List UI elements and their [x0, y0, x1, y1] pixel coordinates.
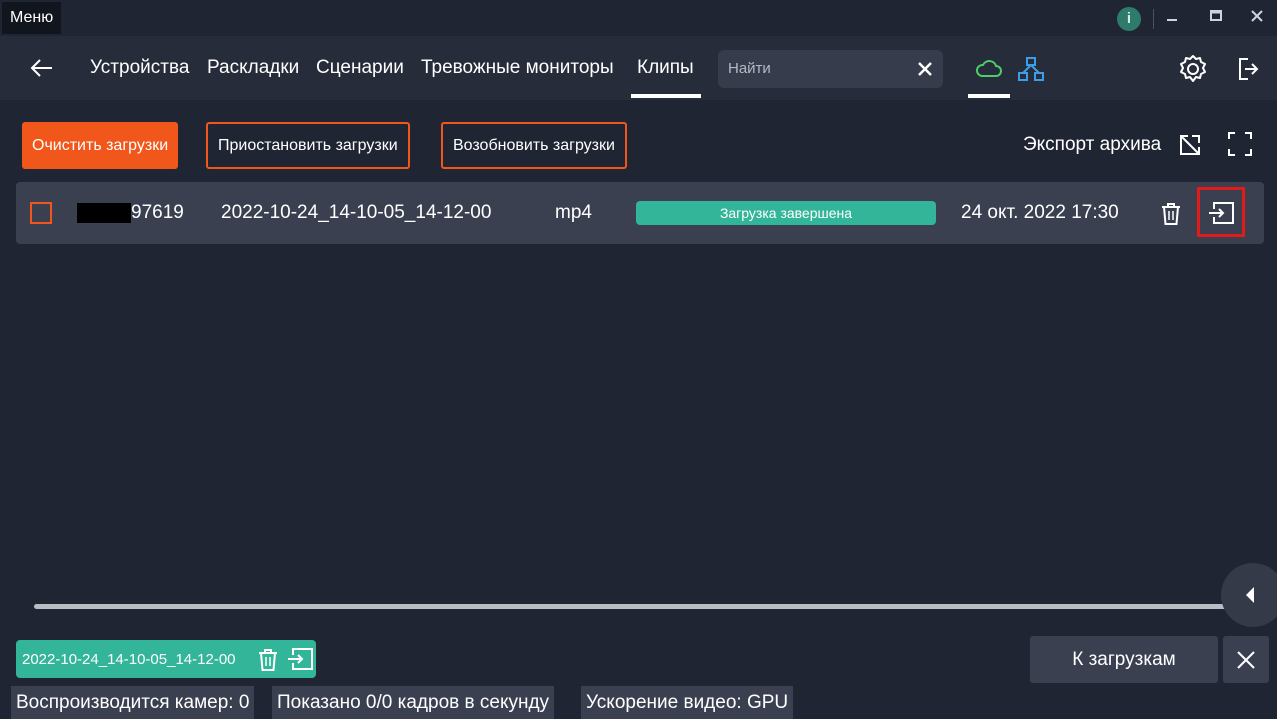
cameras-playing-status: Воспроизводится камер: 0 — [11, 686, 255, 719]
back-arrow-icon[interactable] — [28, 56, 56, 80]
fullscreen-icon[interactable] — [1227, 131, 1253, 157]
maximize-icon[interactable] — [1203, 6, 1229, 32]
titlebar-divider — [1153, 9, 1154, 29]
cloud-icon[interactable] — [975, 58, 1003, 80]
tab-layouts[interactable]: Раскладки — [207, 57, 299, 79]
title-bar: Меню i — [0, 0, 1277, 36]
logout-icon[interactable] — [1236, 56, 1260, 82]
transfer-to-panel-icon[interactable] — [1208, 200, 1236, 226]
active-tab-indicator — [631, 94, 701, 98]
clip-chip-name: 2022-10-24_14-10-05_14-12-00 — [22, 651, 236, 668]
table-row[interactable]: 97619 2022-10-24_14-10-05_14-12-00 mp4 З… — [16, 182, 1264, 244]
status-badge: Загрузка завершена — [636, 201, 936, 225]
clip-format: mp4 — [555, 202, 592, 223]
to-downloads-button[interactable]: К загрузкам — [1030, 636, 1218, 683]
settings-gear-icon[interactable] — [1178, 54, 1208, 84]
clip-date: 24 окт. 2022 17:30 — [961, 202, 1119, 223]
cloud-tab-indicator — [968, 94, 1010, 98]
close-window-icon[interactable] — [1244, 6, 1270, 32]
tab-devices[interactable]: Устройства — [90, 57, 189, 79]
network-tree-icon[interactable] — [1017, 56, 1045, 82]
close-panel-button[interactable] — [1223, 636, 1269, 683]
chevron-left-icon — [1246, 587, 1254, 603]
info-icon[interactable]: i — [1117, 7, 1141, 31]
pause-downloads-button[interactable]: Приостановить загрузки — [206, 122, 410, 169]
horizontal-scrollbar[interactable] — [34, 604, 1234, 609]
chip-transfer-icon[interactable] — [287, 647, 315, 671]
clear-search-icon[interactable] — [915, 59, 935, 79]
resume-downloads-button[interactable]: Возобновить загрузки — [441, 122, 627, 169]
clear-downloads-button[interactable]: Очистить загрузки — [22, 122, 179, 169]
tab-clips[interactable]: Клипы — [637, 57, 694, 79]
clip-chip[interactable]: 2022-10-24_14-10-05_14-12-00 — [16, 640, 316, 678]
search-input[interactable]: Найти — [728, 60, 771, 77]
minimize-icon[interactable] — [1159, 6, 1185, 32]
frames-status: Показано 0/0 кадров в секунду — [272, 686, 555, 719]
search-box[interactable]: Найти — [718, 50, 943, 88]
clip-filename: 2022-10-24_14-10-05_14-12-00 — [221, 202, 492, 223]
menu-button[interactable]: Меню — [2, 2, 62, 34]
close-icon — [1237, 651, 1255, 669]
export-archive-label[interactable]: Экспорт архива — [1023, 134, 1161, 156]
tab-scenarios[interactable]: Сценарии — [316, 57, 404, 79]
trash-icon[interactable] — [1159, 201, 1183, 227]
status-bar: Воспроизводится камер: 0 Показано 0/0 ка… — [0, 686, 1277, 719]
device-id: 97619 — [131, 202, 184, 223]
chip-trash-icon[interactable] — [257, 648, 279, 672]
export-archive-icon[interactable] — [1178, 133, 1202, 157]
row-checkbox[interactable] — [30, 202, 52, 224]
collapse-panel-button[interactable] — [1221, 563, 1277, 627]
highlighted-transfer-button[interactable] — [1197, 187, 1245, 237]
video-acceleration-status: Ускорение видео: GPU — [581, 686, 794, 719]
redacted-device-name — [77, 203, 131, 223]
tab-alarm-monitors[interactable]: Тревожные мониторы — [421, 57, 614, 79]
nav-bar: Устройства Раскладки Сценарии Тревожные … — [0, 36, 1277, 100]
